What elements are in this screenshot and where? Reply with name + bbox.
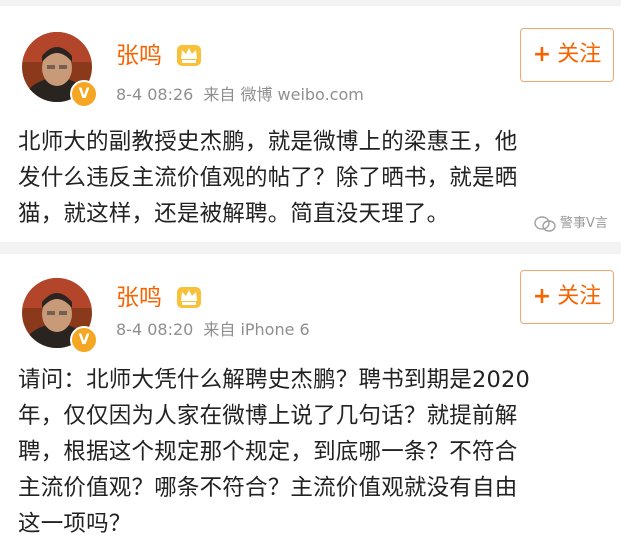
- post-meta: 8-4 08:26 来自 微博 weibo.com: [116, 85, 364, 105]
- follow-label: 关注: [557, 42, 602, 67]
- follow-button[interactable]: + 关注: [520, 28, 614, 82]
- follow-button[interactable]: + 关注: [520, 270, 614, 324]
- post-text-line: 北师大的副教授史杰鹏，就是微博上的梁惠王，他: [18, 129, 518, 155]
- wechat-bubble-icon: [534, 215, 556, 232]
- watermark: 警事V言: [534, 212, 608, 232]
- follow-label: 关注: [557, 284, 602, 309]
- post-meta: 8-4 08:20 来自 iPhone 6: [116, 320, 310, 340]
- weibo-post: V 张鸣 8-4 08:20 来自 iPhone 6 + 关注 请问：北师大凭什么解…: [0, 254, 621, 543]
- post-text-line: 猫，就这样，还是被解聘。简直没天理了。: [18, 201, 450, 227]
- weibo-post: V 张鸣 8-4 08:26 来自 微博 weibo.com + 关注 北师大的副教…: [0, 6, 621, 242]
- post-text-line: 这一项吗？: [18, 511, 132, 537]
- plus-icon: +: [532, 284, 552, 309]
- weibo-feed: V 张鸣 8-4 08:26 来自 微博 weibo.com + 关注 北师大的副教…: [0, 0, 621, 543]
- post-text-line: 请问：北师大凭什么解聘史杰鹏？聘书到期是2020: [18, 367, 531, 393]
- source-prefix: 来自: [203, 85, 236, 104]
- plus-icon: +: [532, 42, 552, 67]
- post-text-line: 年，仅仅因为人家在微博上说了几句话？就提前解: [18, 403, 518, 429]
- post-text: 北师大的副教授史杰鹏，就是微博上的梁惠王，他 发什么违反主流价值观的帖了？除了晒…: [18, 124, 614, 232]
- post-time: 8-4 08:20: [116, 320, 194, 339]
- username[interactable]: 张鸣: [116, 42, 162, 70]
- post-source[interactable]: iPhone 6: [240, 320, 309, 339]
- post-text-line: 聘，根据这个规定那个规定，到底哪一条？不符合: [18, 439, 518, 465]
- verified-v-icon: V: [70, 80, 98, 108]
- post-text-line: 主流价值观？哪条不符合？主流价值观就没有自由: [18, 475, 518, 501]
- post-source[interactable]: 微博 weibo.com: [240, 85, 363, 104]
- watermark-text: 警事V言: [560, 216, 608, 231]
- source-prefix: 来自: [203, 320, 236, 339]
- username[interactable]: 张鸣: [116, 284, 162, 312]
- post-text: 请问：北师大凭什么解聘史杰鹏？聘书到期是2020 年，仅仅因为人家在微博上说了几…: [18, 362, 614, 542]
- crown-vip-icon: [177, 287, 201, 308]
- crown-vip-icon: [177, 45, 201, 66]
- verified-v-icon: V: [70, 326, 98, 354]
- post-time: 8-4 08:26: [116, 85, 194, 104]
- post-text-line: 发什么违反主流价值观的帖了？除了晒书，就是晒: [18, 165, 518, 191]
